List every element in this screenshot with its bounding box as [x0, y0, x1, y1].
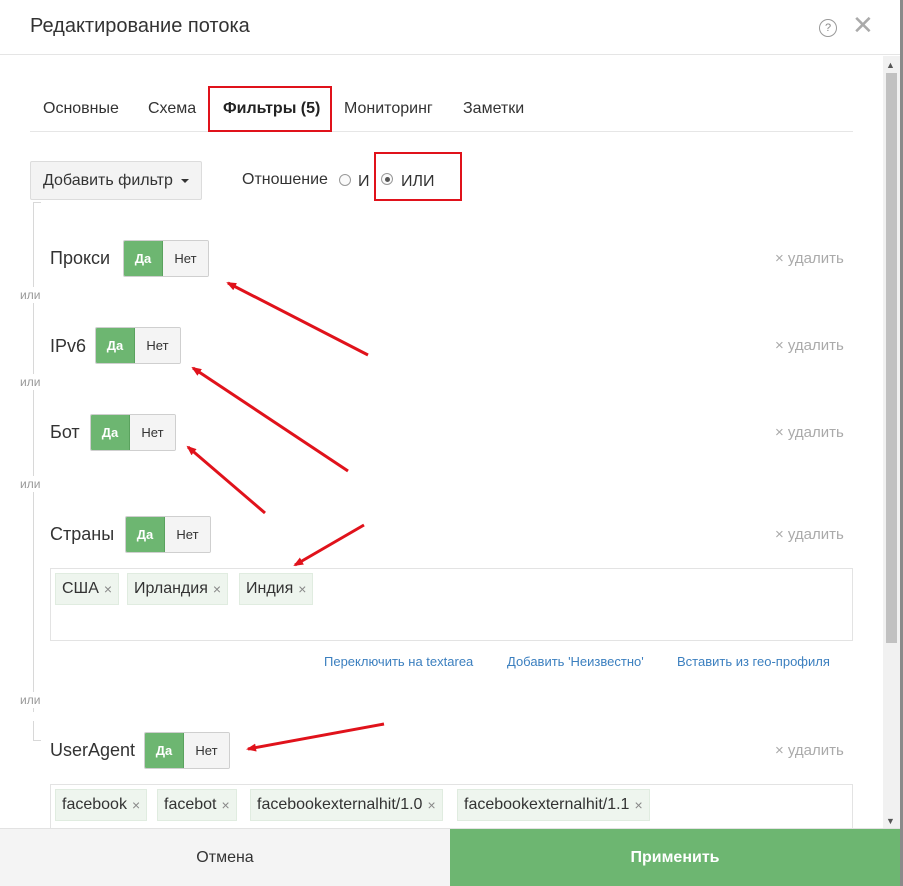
add-filter-button[interactable]: Добавить фильтр — [30, 161, 202, 200]
filter-countries-toggle: Да Нет — [125, 516, 211, 553]
filter-useragent-yes[interactable]: Да — [145, 733, 184, 768]
tag-remove-icon[interactable]: × — [298, 581, 306, 597]
tag-label: facebookexternalhit/1.0 — [257, 796, 423, 813]
filter-ipv6-delete[interactable]: × удалить — [775, 337, 844, 354]
filter-proxy-yes[interactable]: Да — [124, 241, 163, 276]
or-connector-label: или — [20, 287, 41, 303]
filter-title-bot: Бот — [50, 422, 80, 442]
filter-title-useragent: UserAgent — [50, 740, 136, 760]
tag-label: facebot — [164, 796, 217, 813]
tab-main[interactable]: Основные — [43, 100, 119, 118]
tag-label: facebookexternalhit/1.1 — [464, 796, 630, 813]
relation-label: Отношение — [242, 171, 328, 188]
tag-item: facebook × — [55, 789, 148, 821]
tag-remove-icon[interactable]: × — [104, 581, 112, 597]
filter-useragent-toggle: Да Нет — [144, 732, 230, 769]
filter-countries-yes[interactable]: Да — [126, 517, 165, 552]
scroll-up-arrow-icon[interactable]: ▲ — [886, 60, 895, 70]
filter-proxy-toggle: Да Нет — [123, 240, 209, 277]
filter-title-proxy: Прокси — [50, 248, 111, 268]
tag-label: США — [62, 580, 99, 597]
scroll-down-arrow-icon[interactable]: ▼ — [886, 816, 895, 826]
apply-button[interactable]: Применить — [450, 829, 900, 886]
tab-bar: Основные Схема Фильтры (5) Мониторинг За… — [30, 90, 853, 132]
cancel-button[interactable]: Отмена — [0, 829, 450, 886]
tag-item: Ирландия × — [127, 573, 229, 605]
tag-remove-icon[interactable]: × — [427, 797, 435, 813]
tag-item: facebookexternalhit/1.0 × — [250, 789, 443, 821]
tag-item: США × — [55, 573, 120, 605]
tree-tick — [33, 740, 41, 741]
filter-useragent-delete[interactable]: × удалить — [775, 742, 844, 759]
filter-ipv6-yes[interactable]: Да — [96, 328, 135, 363]
edit-stream-modal: Редактирование потока ? ✕ Основные Схема… — [0, 0, 900, 886]
countries-tags-input[interactable]: США × Ирландия × Индия × — [50, 568, 853, 641]
filter-bot-no[interactable]: Нет — [130, 415, 175, 450]
or-connector-label: или — [20, 374, 41, 390]
filter-countries-no[interactable]: Нет — [165, 517, 210, 552]
relation-and-radio[interactable] — [339, 174, 351, 186]
modal-header: Редактирование потока ? ✕ — [0, 0, 900, 55]
annotation-box-relation-or — [374, 152, 462, 201]
tag-item: Индия × — [239, 573, 314, 605]
relation-and-label: И — [358, 173, 370, 190]
tag-remove-icon[interactable]: × — [213, 581, 221, 597]
modal-body: Основные Схема Фильтры (5) Мониторинг За… — [0, 56, 900, 828]
tag-item: facebot × — [157, 789, 237, 821]
scrollbar-thumb[interactable] — [886, 73, 897, 643]
filter-ipv6-no[interactable]: Нет — [135, 328, 180, 363]
tag-remove-icon[interactable]: × — [634, 797, 642, 813]
tab-notes[interactable]: Заметки — [463, 100, 524, 118]
or-connector-label: или — [20, 692, 41, 708]
close-icon[interactable]: ✕ — [852, 12, 874, 38]
annotation-box-filters-tab — [208, 86, 332, 132]
modal-footer: Отмена Применить — [0, 828, 900, 886]
add-unknown-link[interactable]: Добавить 'Неизвестно' — [507, 654, 644, 669]
tab-scheme[interactable]: Схема — [148, 100, 196, 118]
modal-title: Редактирование потока — [30, 15, 250, 37]
filter-ipv6-toggle: Да Нет — [95, 327, 181, 364]
filter-title-countries: Страны — [50, 524, 115, 544]
tag-label: facebook — [62, 796, 127, 813]
caret-down-icon — [180, 178, 189, 183]
insert-geo-profile-link[interactable]: Вставить из гео-профиля — [677, 654, 830, 669]
filter-bot-delete[interactable]: × удалить — [775, 424, 844, 441]
tree-tick — [33, 202, 41, 203]
tag-remove-icon[interactable]: × — [221, 797, 229, 813]
tag-label: Ирландия — [134, 580, 208, 597]
filter-countries-delete[interactable]: × удалить — [775, 526, 844, 543]
switch-to-textarea-link[interactable]: Переключить на textarea — [324, 654, 473, 669]
tag-item: facebookexternalhit/1.1 × — [457, 789, 650, 821]
question-circle-icon[interactable]: ? — [819, 19, 837, 37]
filter-bot-yes[interactable]: Да — [91, 415, 130, 450]
vertical-scrollbar[interactable]: ▲ ▼ — [883, 56, 900, 828]
filter-title-ipv6: IPv6 — [50, 336, 87, 356]
filter-tree-line-lower — [33, 721, 34, 741]
tag-label: Индия — [246, 580, 294, 597]
tab-monitoring[interactable]: Мониторинг — [344, 100, 433, 118]
useragent-tags-input[interactable]: facebook × facebot × facebookexternalhit… — [50, 784, 853, 828]
tag-remove-icon[interactable]: × — [132, 797, 140, 813]
filter-tree-line — [33, 202, 34, 712]
filter-proxy-delete[interactable]: × удалить — [775, 250, 844, 267]
filter-useragent-no[interactable]: Нет — [184, 733, 229, 768]
add-filter-label: Добавить фильтр — [43, 171, 173, 189]
filter-proxy-no[interactable]: Нет — [163, 241, 208, 276]
filter-bot-toggle: Да Нет — [90, 414, 176, 451]
or-connector-label: или — [20, 476, 41, 492]
